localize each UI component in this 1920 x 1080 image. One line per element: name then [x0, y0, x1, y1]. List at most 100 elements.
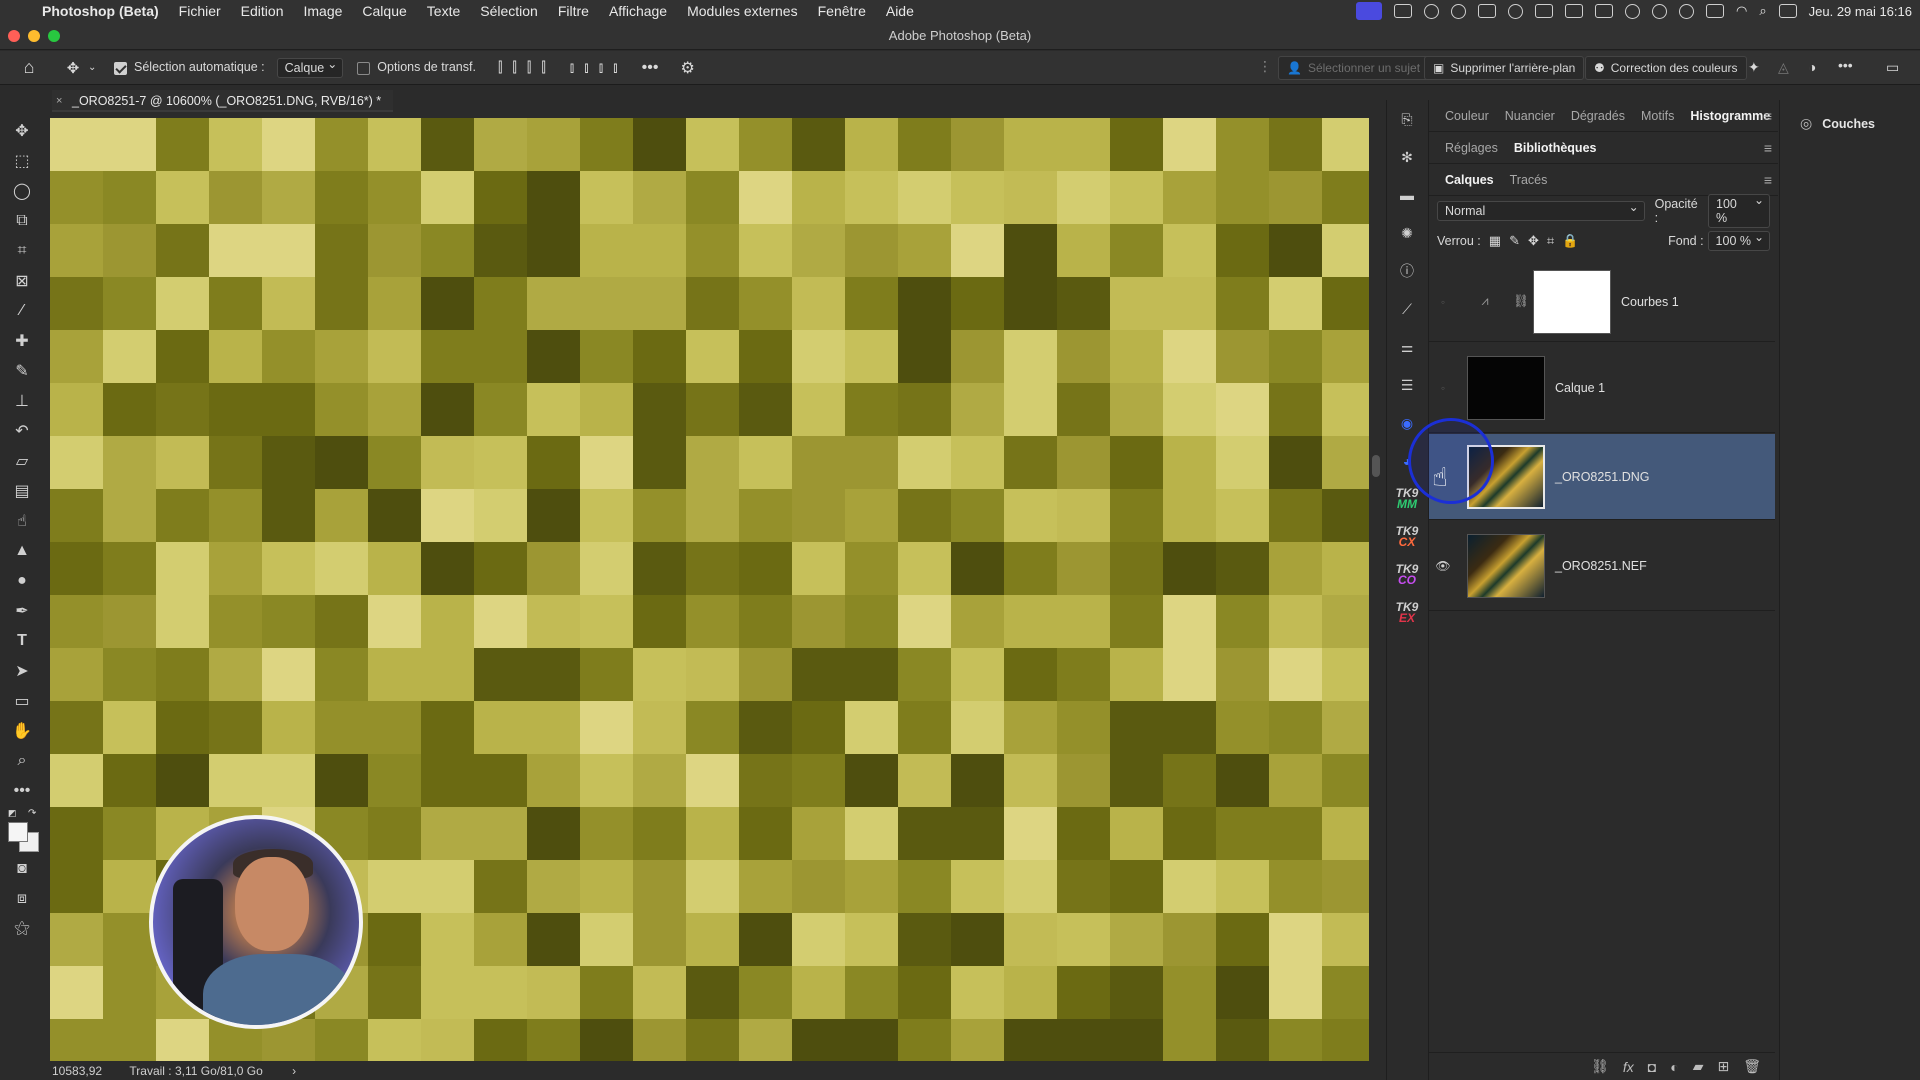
marquee-icon[interactable]: ⬚ [0, 146, 44, 176]
panel-menu-icon[interactable]: ≡ [1764, 108, 1772, 124]
tk9-co-icon[interactable]: TK9 CO [1387, 556, 1427, 594]
gear-icon[interactable]: ⚙ [680, 58, 694, 78]
move-icon[interactable]: ✥ [0, 116, 44, 146]
swap-colors-icon[interactable]: ↷ [28, 808, 36, 819]
channels-panel-button[interactable]: ◎ Couches [1800, 115, 1875, 132]
battery-icon[interactable] [1706, 4, 1725, 18]
layer-row-nef[interactable]: 👁 _ORO8251.NEF [1429, 521, 1775, 611]
menu-texte[interactable]: Texte [417, 3, 470, 19]
frame-icon[interactable]: ⊠ [0, 266, 44, 296]
menu-image[interactable]: Image [293, 3, 352, 19]
color-correction-button[interactable]: ⚉ Correction des couleurs [1585, 56, 1747, 80]
new-layer-icon[interactable]: ⊞ [1717, 1058, 1729, 1075]
select-subject-button[interactable]: 👤 Sélectionner un sujet [1278, 56, 1430, 80]
more-options-icon[interactable]: ••• [642, 59, 659, 77]
menu-edition[interactable]: Edition [231, 3, 294, 19]
workspace-icon[interactable]: ▭ [1886, 59, 1899, 76]
document-tab[interactable]: × _ORO8251-7 @ 10600% (_ORO8251.DNG, RVB… [52, 90, 394, 112]
document-canvas[interactable] [50, 118, 1369, 1061]
layer-name[interactable]: Courbes 1 [1621, 295, 1679, 309]
screen-mode-icon[interactable]: ⧈ [0, 884, 44, 914]
history-brush-icon[interactable]: ↶ [0, 416, 44, 446]
history-icon[interactable]: ⎘ [1387, 100, 1427, 138]
quick-mask-icon[interactable]: ◙ [0, 854, 44, 884]
layer-thumbnail[interactable] [1467, 355, 1545, 420]
transform-options-toggle[interactable]: Options de transf. [357, 60, 476, 75]
smart-object-thumbnail[interactable] [1467, 533, 1545, 598]
visibility-off-icon[interactable]: ◦ [1429, 381, 1457, 395]
play-icon[interactable] [1424, 3, 1440, 19]
folder-icon[interactable]: ▰ [1693, 1058, 1704, 1075]
eyedropper-icon[interactable]: ⁄ [0, 296, 44, 326]
layer-row-calque-1[interactable]: ◦ Calque 1 [1429, 343, 1775, 433]
smudge-icon[interactable]: ☝ [0, 506, 44, 536]
media-play-icon[interactable] [1652, 3, 1668, 19]
more-icon[interactable]: ••• [1838, 57, 1853, 73]
mask-icon[interactable]: ◬ [1778, 59, 1789, 76]
tab-nuancier[interactable]: Nuancier [1497, 109, 1563, 123]
sparkle-icon[interactable]: ✦ [1748, 59, 1760, 76]
close-document-icon[interactable]: × [56, 90, 62, 112]
navigator-icon[interactable]: ✺ [1387, 214, 1427, 252]
stamp-icon[interactable]: ⊥ [0, 386, 44, 416]
pen-icon[interactable]: ✒ [0, 596, 44, 626]
panel-menu-icon[interactable]: ≡ [1764, 172, 1772, 188]
blend-mode-dropdown[interactable]: Normal [1437, 200, 1645, 221]
menu-modules-externes[interactable]: Modules externes [677, 3, 808, 19]
default-colors-icon[interactable]: ◩ [8, 808, 17, 819]
crop-icon[interactable]: ⌗ [0, 236, 44, 266]
link-layers-icon[interactable]: ⛓ [1591, 1058, 1609, 1075]
opacity-field[interactable]: 100 % [1708, 193, 1770, 228]
clock-icon[interactable] [1679, 3, 1695, 19]
tab-motifs[interactable]: Motifs [1633, 109, 1682, 123]
menubar-datetime[interactable]: Jeu. 29 mai 16:16 [1809, 4, 1912, 19]
move-tool-icon[interactable]: ✥ [58, 59, 88, 77]
properties-icon[interactable]: ⚌ [1387, 328, 1427, 366]
menu-fichier[interactable]: Fichier [169, 3, 231, 19]
menu-app-name[interactable]: Photoshop (Beta) [38, 3, 169, 19]
drag-handle-icon[interactable]: ⋮ [1258, 58, 1272, 75]
type-icon[interactable]: T [0, 626, 44, 656]
premiere-icon[interactable] [1478, 4, 1497, 18]
fx-icon[interactable]: fx [1623, 1059, 1634, 1075]
panel-menu-icon[interactable]: ≡ [1764, 140, 1772, 156]
layer-name[interactable]: _ORO8251.DNG [1555, 470, 1649, 484]
adjustment-layer-icon[interactable]: ◐ [1670, 1059, 1678, 1075]
align-buttons-icon[interactable]: ⫿⫿⫿⫿ ⫾⫾⫾⫾ [498, 59, 628, 76]
tab-degrades[interactable]: Dégradés [1563, 109, 1633, 123]
rectangle-icon[interactable]: ▭ [0, 686, 44, 716]
comments-icon[interactable]: ▬ [1387, 176, 1427, 214]
widget-icon[interactable] [1451, 3, 1467, 19]
eraser-icon[interactable]: ▱ [0, 446, 44, 476]
remove-background-button[interactable]: ▣ Supprimer l'arrière-plan [1424, 56, 1585, 80]
menu-fenetre[interactable]: Fenêtre [808, 3, 876, 19]
menu-calque[interactable]: Calque [352, 3, 416, 19]
foreground-color-swatch[interactable] [8, 822, 28, 842]
brushes-icon[interactable]: ⟋ [1387, 290, 1427, 328]
fill-field[interactable]: 100 % [1707, 230, 1770, 251]
visibility-off-icon[interactable]: ◦ [1429, 295, 1457, 309]
tk9-ex-icon[interactable]: TK9 EX [1387, 594, 1427, 632]
lock-icons[interactable]: ▦✎✥⌗🔒 [1489, 233, 1587, 249]
window-icon[interactable] [1595, 4, 1614, 18]
chevron-down-icon[interactable]: ⌄ [88, 62, 104, 73]
healing-brush-icon[interactable]: ✚ [0, 326, 44, 356]
screen-share-icon[interactable] [1356, 2, 1383, 20]
tab-reglages[interactable]: Réglages [1437, 141, 1506, 155]
menu-aide[interactable]: Aide [876, 3, 924, 19]
close-window-button[interactable] [8, 30, 20, 42]
edit-toolbar-icon[interactable]: ••• [0, 776, 44, 806]
menu-filtre[interactable]: Filtre [548, 3, 599, 19]
brush-icon[interactable]: ✎ [0, 356, 44, 386]
add-mask-icon[interactable]: ◘ [1648, 1059, 1656, 1075]
auto-select-toggle[interactable]: Sélection automatique : [114, 60, 265, 75]
auto-select-dropdown[interactable]: Calque [276, 57, 344, 78]
tab-traces[interactable]: Tracés [1502, 173, 1556, 187]
info-icon[interactable]: ⓘ [1387, 252, 1427, 290]
transform-options-checkbox[interactable] [357, 61, 371, 75]
user-icon[interactable] [1625, 3, 1641, 19]
layer-row-courbes[interactable]: ◦ ⩘ ⛓ Courbes 1 [1429, 262, 1775, 342]
generative-icon[interactable]: ⚝ [0, 914, 44, 944]
adjustments-icon[interactable]: ☰ [1387, 366, 1427, 404]
zoom-value[interactable]: 10583,92 [52, 1064, 102, 1078]
